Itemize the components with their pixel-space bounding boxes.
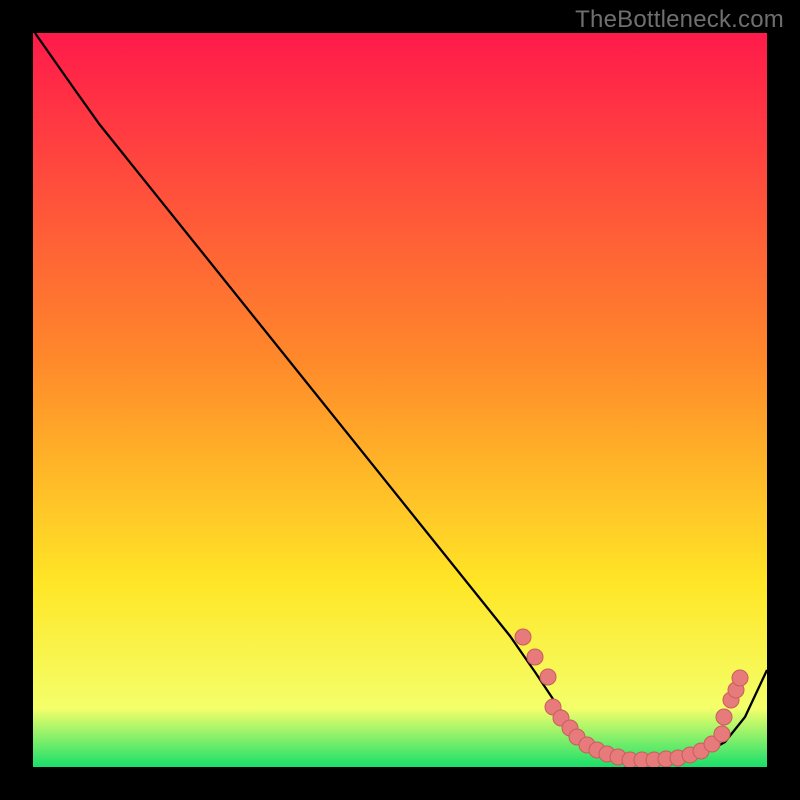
datapoint-marker — [527, 649, 543, 665]
chart-stage: TheBottleneck.com — [0, 0, 800, 800]
gradient-background — [33, 33, 767, 767]
bottleneck-plot — [0, 0, 800, 800]
datapoint-marker — [515, 629, 531, 645]
datapoint-marker — [714, 726, 730, 742]
datapoint-marker — [732, 670, 748, 686]
watermark-text: TheBottleneck.com — [575, 6, 784, 34]
datapoint-marker — [540, 669, 556, 685]
datapoint-marker — [716, 709, 732, 725]
